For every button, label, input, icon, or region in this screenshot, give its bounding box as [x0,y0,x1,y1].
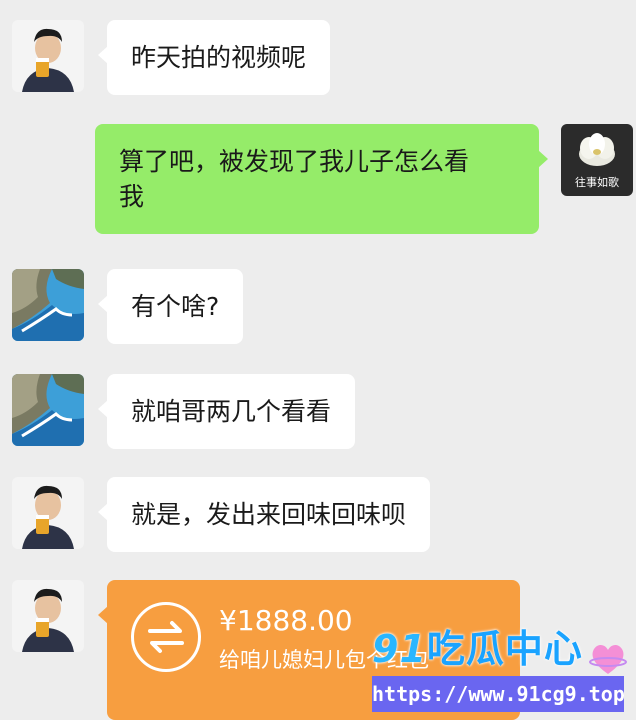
man-avatar-icon [12,580,84,652]
coast-avatar-icon [12,374,84,446]
man-avatar-icon [12,477,84,549]
message-bubble[interactable]: 昨天拍的视频呢 [97,20,331,95]
contact-avatar-man[interactable] [12,580,84,652]
message-bubble[interactable]: 就是，发出来回味回味呗 [97,477,431,552]
avatar-caption: 往事如歌 [575,176,619,189]
message-bubble[interactable]: 就咱哥两几个看看 [97,374,356,449]
message-bubble-self[interactable]: 算了吧，被发现了我儿子怎么看 我 [95,124,548,234]
contact-avatar-man[interactable] [12,477,84,549]
transfer-arrows-icon [131,602,201,672]
contact-avatar-man[interactable] [12,20,84,92]
transfer-amount: ¥1888.00 [219,604,353,637]
watermark-url: https://www.91cg9.top [372,676,625,712]
heart-icon [589,644,627,674]
message-bubble[interactable]: 有个啥? [97,269,244,344]
self-avatar[interactable]: 往事如歌 [561,124,633,196]
watermark-logo-text: 吃瓜中心 [426,627,583,671]
message-text: 就是，发出来回味回味呗 [131,500,407,529]
message-text: 有个啥? [131,292,220,321]
watermark-logo-number: 91 [372,627,427,671]
watermark-logo: 91吃瓜中心 [372,618,583,673]
message-text: 就咱哥两几个看看 [131,397,332,426]
contact-avatar-coast[interactable] [12,269,84,341]
message-text: 我 [119,182,145,211]
message-text: 昨天拍的视频呢 [131,43,307,72]
contact-avatar-coast[interactable] [12,374,84,446]
coast-avatar-icon [12,269,84,341]
man-avatar-icon [12,20,84,92]
message-text: 算了吧，被发现了我儿子怎么看 [119,147,470,176]
